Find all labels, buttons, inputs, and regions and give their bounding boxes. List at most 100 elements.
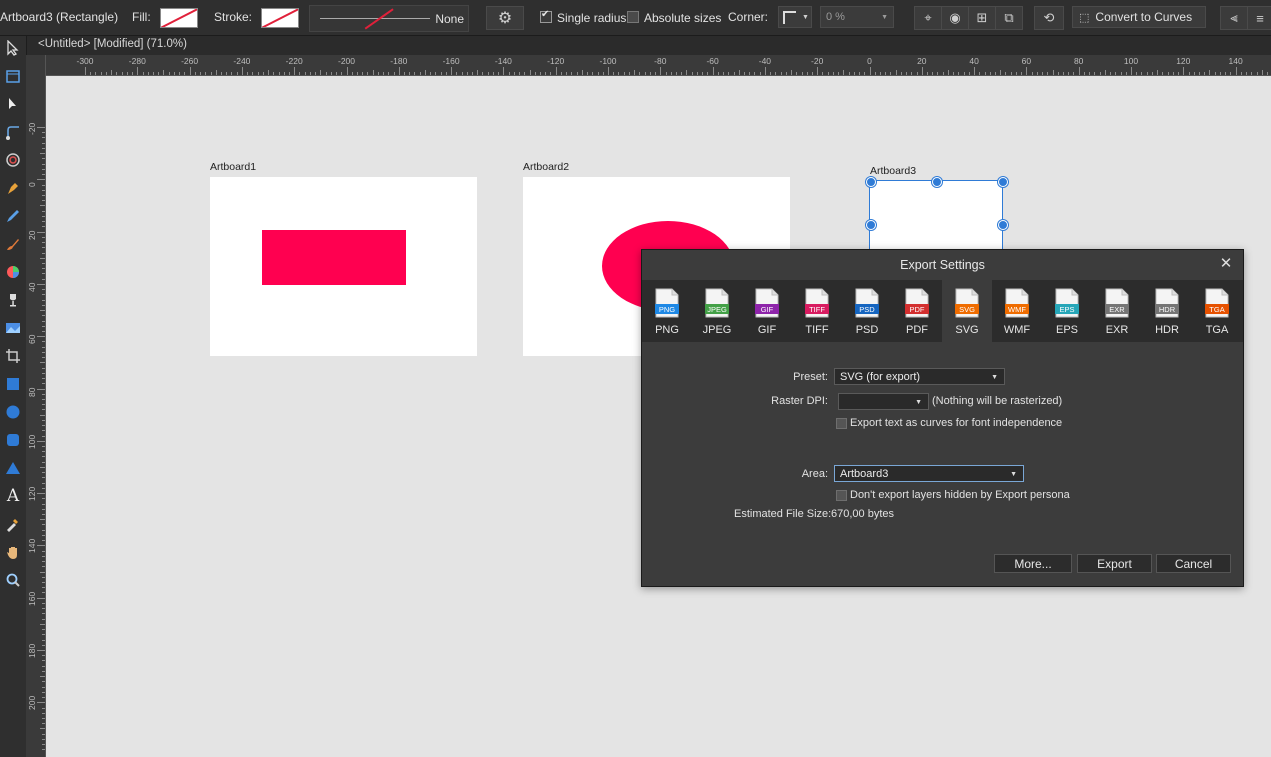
transform-origin-button[interactable]: ⊞: [968, 6, 996, 30]
corner-type-dropdown[interactable]: ▼: [778, 6, 812, 28]
pen-tool-icon[interactable]: [2, 177, 24, 199]
corner-label: Corner:: [728, 10, 769, 24]
transparency-tool-icon[interactable]: [2, 289, 24, 311]
move-tool-icon[interactable]: [2, 37, 24, 59]
selection-handle[interactable]: [866, 177, 876, 187]
rotate-button[interactable]: ⟲: [1034, 6, 1064, 30]
rectangle-tool-icon[interactable]: [2, 373, 24, 395]
ruler-tick: [906, 72, 908, 75]
format-gif-button[interactable]: GIF GIF: [742, 280, 792, 342]
ruler-tick: [315, 72, 317, 75]
eye-icon: ◉: [949, 10, 961, 25]
format-hdr-button[interactable]: HDR HDR: [1142, 280, 1192, 342]
area-dropdown[interactable]: Artboard3 ▼: [834, 465, 1024, 482]
selection-handle[interactable]: [998, 177, 1008, 187]
ruler-tick: [623, 72, 625, 75]
rectangle-shape[interactable]: [262, 230, 406, 285]
ruler-tick: [529, 70, 531, 75]
artboard-label[interactable]: Artboard3: [870, 165, 916, 177]
raster-dpi-dropdown[interactable]: ▼: [838, 393, 929, 410]
format-tiff-button[interactable]: TIFF TIFF: [792, 280, 842, 342]
ellipse-tool-icon[interactable]: [2, 401, 24, 423]
absolute-sizes-check[interactable]: [627, 11, 639, 23]
ruler-tick: [1073, 72, 1075, 75]
ruler-tick: [210, 72, 212, 75]
format-pdf-button[interactable]: PDF PDF: [892, 280, 942, 342]
fill-tool-icon[interactable]: [2, 261, 24, 283]
stroke-width-slider[interactable]: None: [309, 5, 469, 32]
format-png-button[interactable]: PNG PNG: [642, 280, 692, 342]
convert-to-curves-button[interactable]: ⬚ Convert to Curves: [1072, 6, 1206, 28]
horizontal-ruler[interactable]: -300 -280 -260 -240 -220 -200 -180 -160 -140 -120…: [45, 55, 1271, 76]
selection-handle[interactable]: [998, 220, 1008, 230]
more-button[interactable]: More...: [994, 554, 1072, 573]
ruler-tick: [42, 194, 45, 196]
selection-handle[interactable]: [932, 177, 942, 187]
ruler-tick: [37, 283, 45, 285]
format-exr-button[interactable]: EXR EXR: [1092, 280, 1142, 342]
ruler-tick-label: -200: [337, 56, 356, 66]
hidden-layers-checkbox[interactable]: [836, 490, 847, 501]
artboard-icon: ⧉: [1004, 10, 1014, 25]
zoom-tool-icon[interactable]: [2, 569, 24, 591]
document-tab[interactable]: <Untitled> [Modified] (71.0%): [38, 38, 187, 50]
ruler-tick: [1266, 72, 1268, 75]
artboard-tool-icon[interactable]: [2, 65, 24, 87]
ruler-tick: [257, 72, 259, 75]
node-tool-icon[interactable]: [2, 93, 24, 115]
absolute-sizes-checkbox[interactable]: Absolute sizes: [627, 11, 721, 25]
ruler-tick: [42, 582, 45, 583]
ruler-tick: [42, 262, 45, 264]
corner-value-field[interactable]: 0 % ▼: [820, 6, 894, 28]
single-radius-checkbox[interactable]: Single radius: [540, 9, 626, 25]
artboard-fit-button[interactable]: ⧉: [995, 6, 1023, 30]
format-tga-button[interactable]: TGA TGA: [1192, 280, 1242, 342]
ruler-tick: [42, 221, 45, 223]
vertical-ruler[interactable]: -20 0 20 40 60 80 100 120 140 160 180 200: [26, 55, 46, 757]
vector-brush-icon[interactable]: [2, 233, 24, 255]
snap-target-button[interactable]: ⌖: [914, 6, 942, 30]
fill-swatch[interactable]: [160, 8, 198, 28]
cancel-button[interactable]: Cancel: [1156, 554, 1231, 573]
single-radius-check[interactable]: [540, 9, 552, 23]
ruler-tick: [995, 72, 997, 75]
text-tool-icon[interactable]: A: [2, 485, 24, 507]
visibility-button[interactable]: ◉: [941, 6, 969, 30]
corner-tool-icon[interactable]: [2, 121, 24, 143]
format-jpeg-button[interactable]: JPEG JPEG: [692, 280, 742, 342]
ruler-tick: [262, 72, 264, 75]
place-image-icon[interactable]: [2, 317, 24, 339]
stroke-settings-button[interactable]: ⚙: [486, 6, 524, 30]
crop-tool-icon[interactable]: [2, 345, 24, 367]
format-svg-button[interactable]: SVG SVG: [942, 280, 992, 342]
hand-tool-icon[interactable]: [2, 541, 24, 563]
format-label: EXR: [1105, 324, 1129, 336]
export-button[interactable]: Export: [1077, 554, 1152, 573]
stroke-swatch[interactable]: [261, 8, 299, 28]
ruler-tick: [42, 644, 45, 646]
align-center-button[interactable]: ≡: [1247, 6, 1271, 30]
artboard[interactable]: [210, 177, 477, 356]
format-wmf-button[interactable]: WMF WMF: [992, 280, 1042, 342]
close-icon[interactable]: ✕: [1217, 255, 1235, 273]
ruler-tick: [686, 70, 688, 75]
text-as-curves-checkbox[interactable]: [836, 418, 847, 429]
format-psd-button[interactable]: PSD PSD: [842, 280, 892, 342]
align-left-button[interactable]: ⫷: [1220, 6, 1248, 30]
selection-handle[interactable]: [866, 220, 876, 230]
format-badge-text: EXR: [1109, 305, 1125, 314]
artboard-label[interactable]: Artboard2: [523, 161, 569, 173]
png-file-icon: PNG: [655, 288, 679, 318]
artboard-label[interactable]: Artboard1: [210, 161, 256, 173]
rounded-rectangle-icon[interactable]: [2, 429, 24, 451]
pencil-tool-icon[interactable]: [2, 205, 24, 227]
color-picker-icon[interactable]: [2, 513, 24, 535]
preset-dropdown[interactable]: SVG (for export) ▼: [834, 368, 1005, 385]
ruler-tick: [42, 503, 45, 505]
point-transform-icon[interactable]: [2, 149, 24, 171]
ruler-tick: [466, 72, 468, 75]
triangle-tool-icon[interactable]: [2, 457, 24, 479]
ruler-tick: [1204, 72, 1206, 75]
format-eps-button[interactable]: EPS EPS: [1042, 280, 1092, 342]
ruler-tick: [472, 72, 474, 75]
